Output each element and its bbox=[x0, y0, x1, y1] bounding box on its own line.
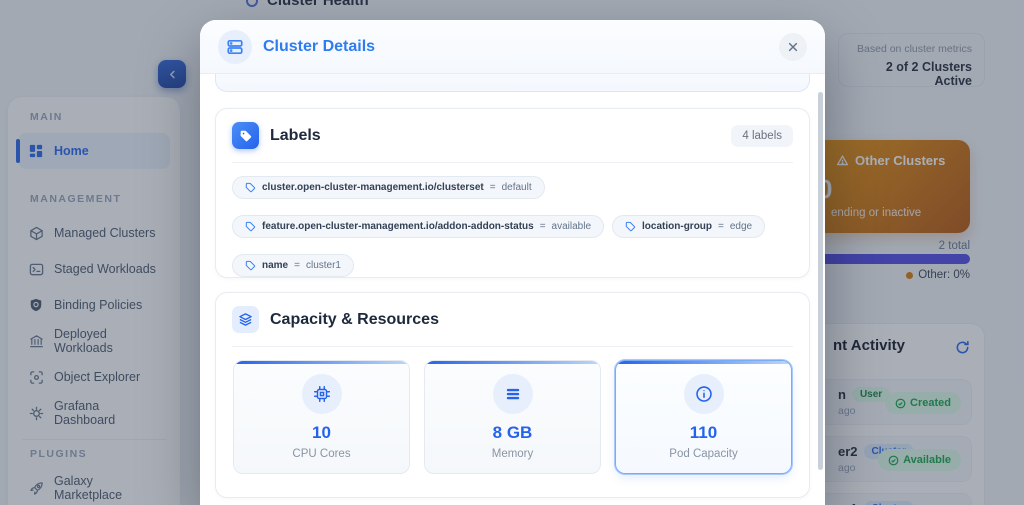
label-chip[interactable]: feature.open-cluster-management.io/addon… bbox=[232, 215, 604, 238]
cpu-icon bbox=[302, 374, 342, 414]
labels-count-badge: 4 labels bbox=[731, 125, 793, 147]
modal-title: Cluster Details bbox=[263, 38, 768, 56]
labels-title: Labels bbox=[270, 127, 720, 145]
tag-icon bbox=[245, 221, 256, 232]
labels-card: Labels 4 labels cluster.open-cluster-man… bbox=[215, 108, 810, 278]
modal-body: Labels 4 labels cluster.open-cluster-man… bbox=[200, 74, 825, 505]
label-chip[interactable]: location-group = edge bbox=[612, 215, 765, 238]
stat-label: CPU Cores bbox=[292, 448, 350, 460]
capacity-title: Capacity & Resources bbox=[270, 311, 793, 329]
memory-icon bbox=[493, 374, 533, 414]
tag-icon bbox=[625, 221, 636, 232]
stat-value: 10 bbox=[312, 423, 331, 443]
stat-card-pods[interactable]: 110 Pod Capacity bbox=[615, 360, 792, 474]
capacity-stats: 10 CPU Cores 8 GB Memory 110 Pod Capacit… bbox=[216, 347, 809, 487]
label-chip[interactable]: name = cluster1 bbox=[232, 254, 354, 277]
previous-section-card-edge bbox=[215, 74, 810, 92]
cluster-details-modal: Cluster Details Labels 4 labels cluster.… bbox=[200, 20, 825, 505]
labels-tag-icon bbox=[232, 122, 259, 149]
stat-card-cpu[interactable]: 10 CPU Cores bbox=[233, 360, 410, 474]
label-chip[interactable]: cluster.open-cluster-management.io/clust… bbox=[232, 176, 545, 199]
stat-value: 110 bbox=[690, 423, 717, 443]
modal-scrollbar[interactable] bbox=[818, 92, 823, 470]
tag-icon bbox=[245, 260, 256, 271]
close-button[interactable] bbox=[779, 33, 807, 61]
stat-value: 8 GB bbox=[493, 423, 533, 443]
close-icon bbox=[787, 41, 799, 53]
stat-card-memory[interactable]: 8 GB Memory bbox=[424, 360, 601, 474]
modal-header: Cluster Details bbox=[200, 20, 825, 74]
layers-icon bbox=[232, 306, 259, 333]
label-chips: cluster.open-cluster-management.io/clust… bbox=[216, 163, 809, 290]
stat-label: Pod Capacity bbox=[669, 448, 737, 460]
tag-icon bbox=[245, 182, 256, 193]
stat-label: Memory bbox=[492, 448, 534, 460]
server-icon bbox=[218, 30, 252, 64]
capacity-card: Capacity & Resources 10 CPU Cores 8 GB M… bbox=[215, 292, 810, 498]
info-icon bbox=[684, 374, 724, 414]
